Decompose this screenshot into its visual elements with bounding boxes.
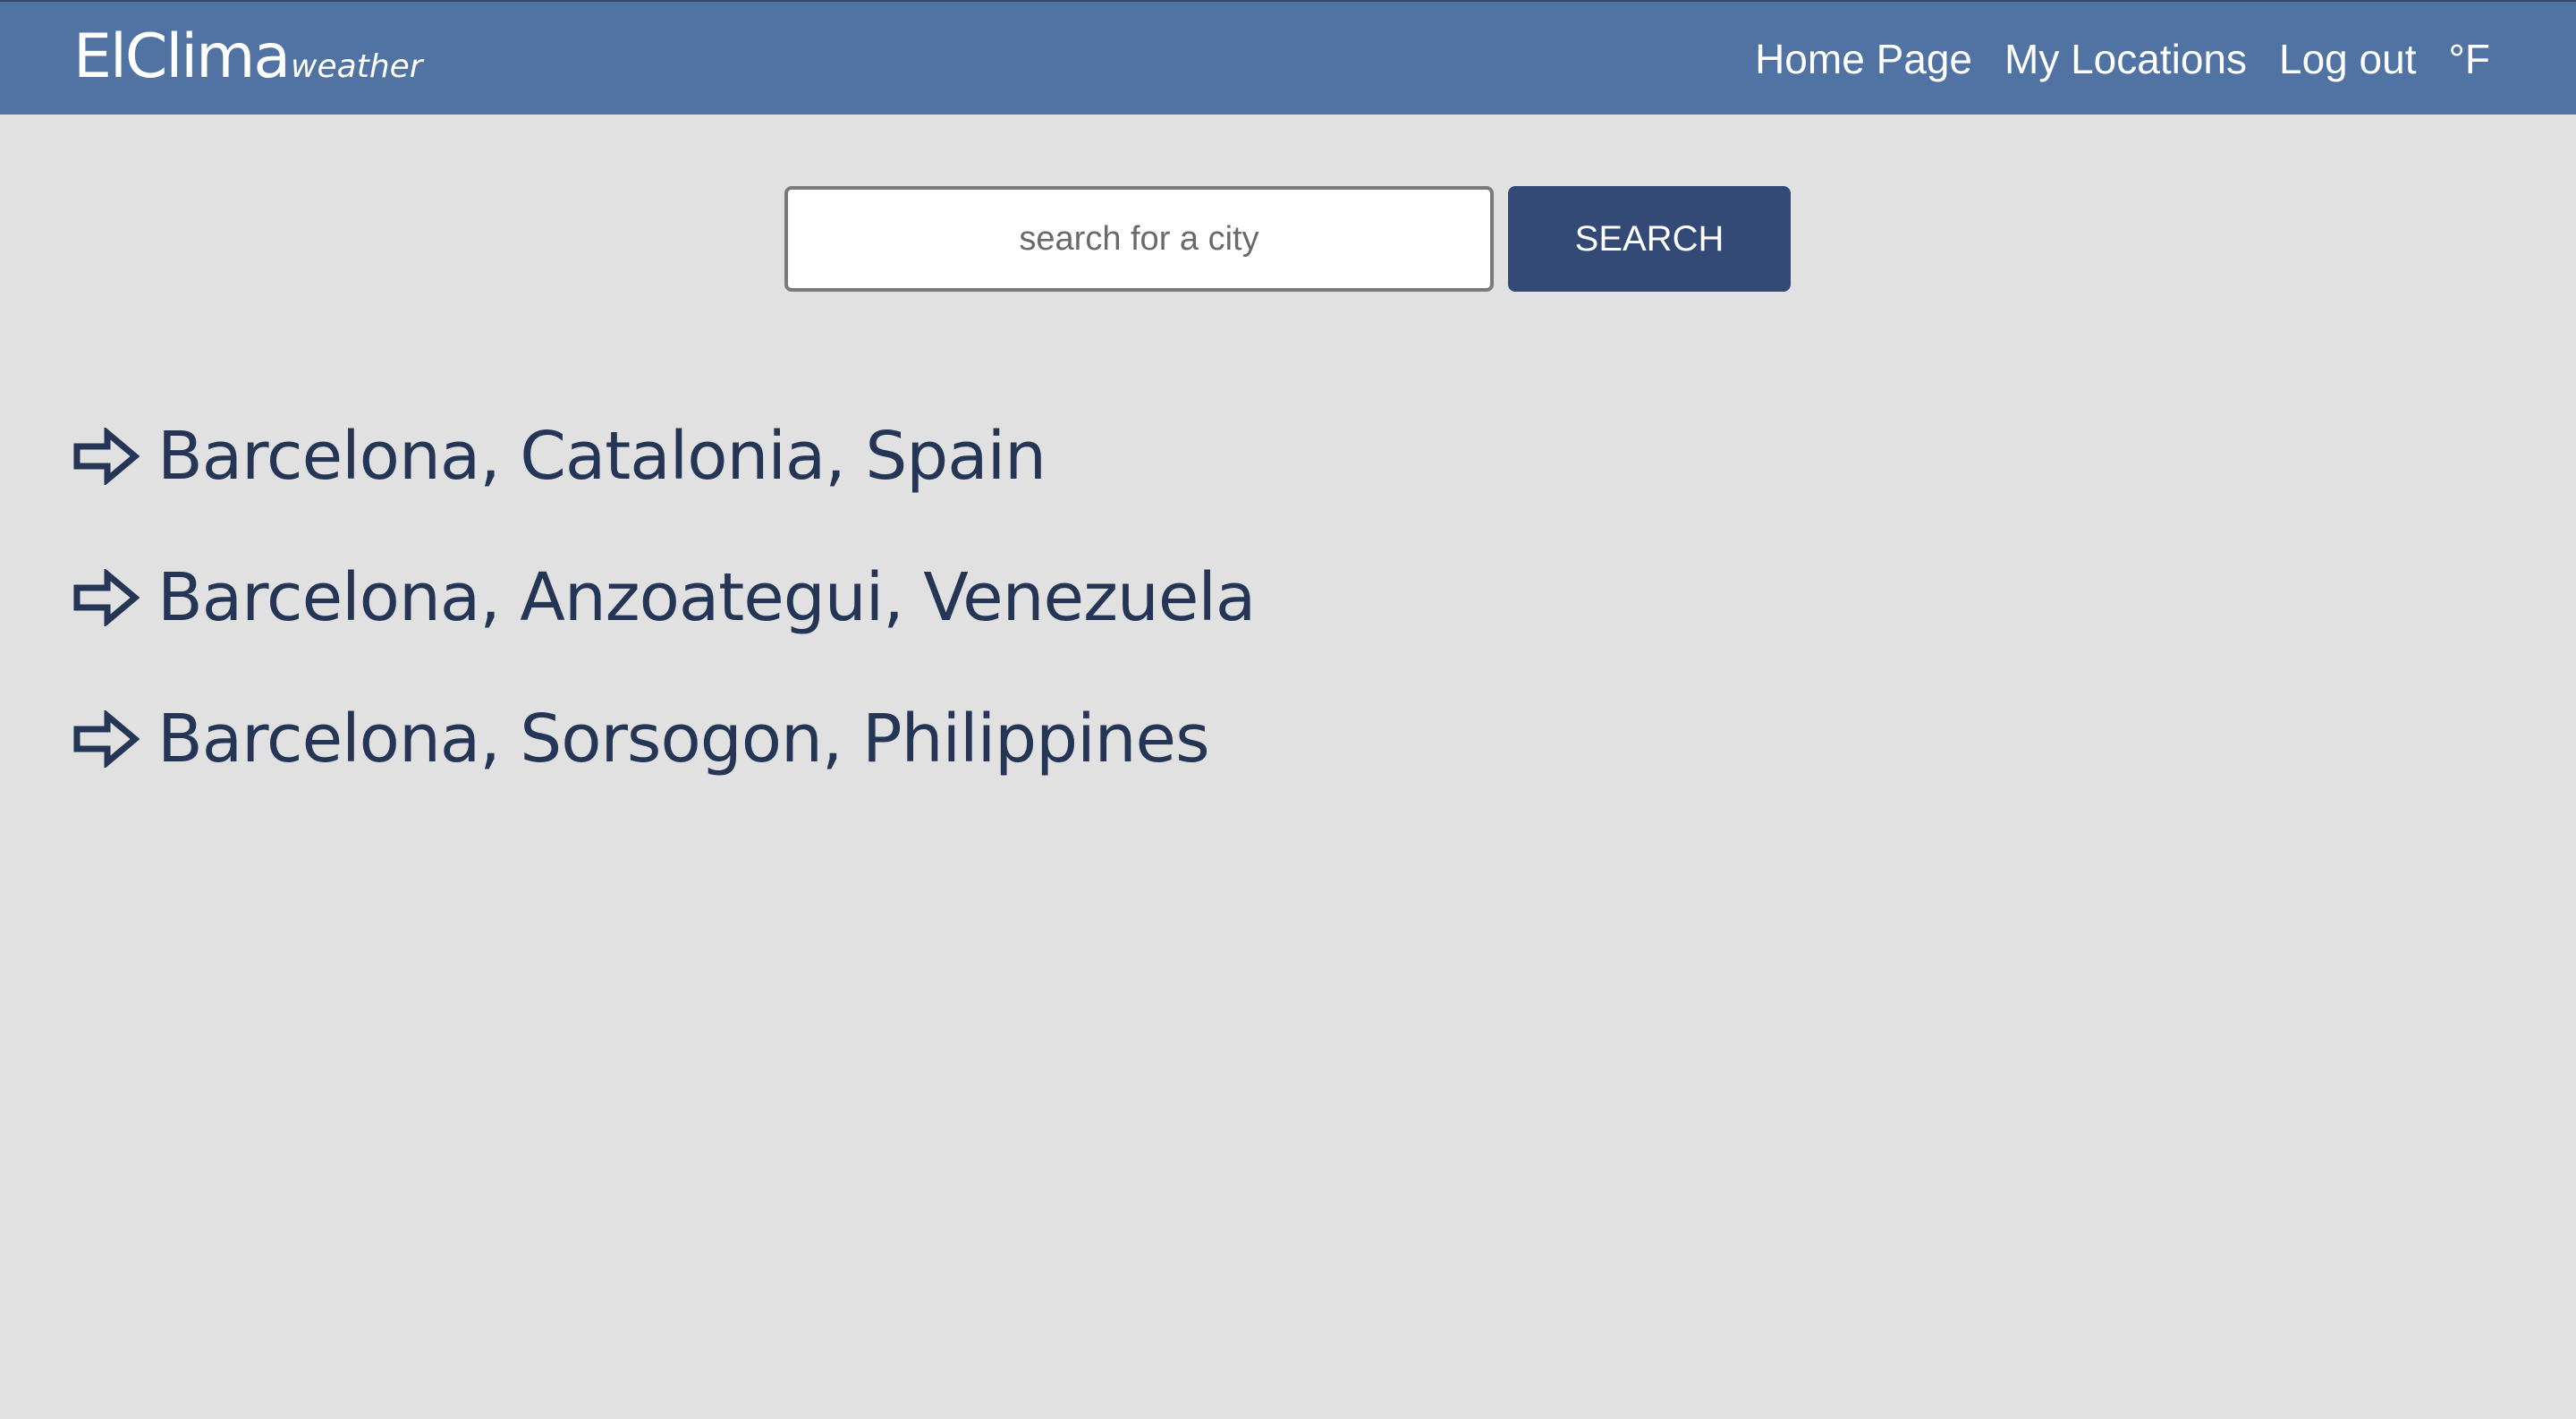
search-results-list: Barcelona, Catalonia, Spain Barcelona, A… <box>73 410 1256 834</box>
nav-links: Home Page My Locations Log out °F <box>1755 32 2490 86</box>
top-navbar: ElClimaweather Home Page My Locations Lo… <box>0 0 2576 115</box>
arrow-right-outline-icon <box>73 569 140 626</box>
search-result-label: Barcelona, Anzoategui, Venezuela <box>157 559 1256 636</box>
brand-logo[interactable]: ElClimaweather <box>73 21 423 93</box>
arrow-right-outline-icon <box>73 428 140 485</box>
arrow-right-outline-icon <box>73 710 140 768</box>
city-search-form: SEARCH <box>784 186 1791 292</box>
brand-tagline: weather <box>291 48 423 85</box>
nav-log-out-link[interactable]: Log out <box>2279 32 2416 86</box>
search-result-item[interactable]: Barcelona, Anzoategui, Venezuela <box>73 551 1256 644</box>
brand-name: ElClima <box>73 21 291 92</box>
search-result-item[interactable]: Barcelona, Sorsogon, Philippines <box>73 693 1255 786</box>
temperature-unit-toggle[interactable]: °F <box>2449 32 2491 86</box>
nav-my-locations-link[interactable]: My Locations <box>2004 32 2247 86</box>
search-result-label: Barcelona, Catalonia, Spain <box>157 418 1046 495</box>
search-button[interactable]: SEARCH <box>1508 186 1791 292</box>
city-search-input[interactable] <box>784 186 1494 292</box>
search-result-item[interactable]: Barcelona, Catalonia, Spain <box>73 410 1255 503</box>
nav-home-page-link[interactable]: Home Page <box>1755 32 1972 86</box>
search-result-label: Barcelona, Sorsogon, Philippines <box>157 701 1210 777</box>
